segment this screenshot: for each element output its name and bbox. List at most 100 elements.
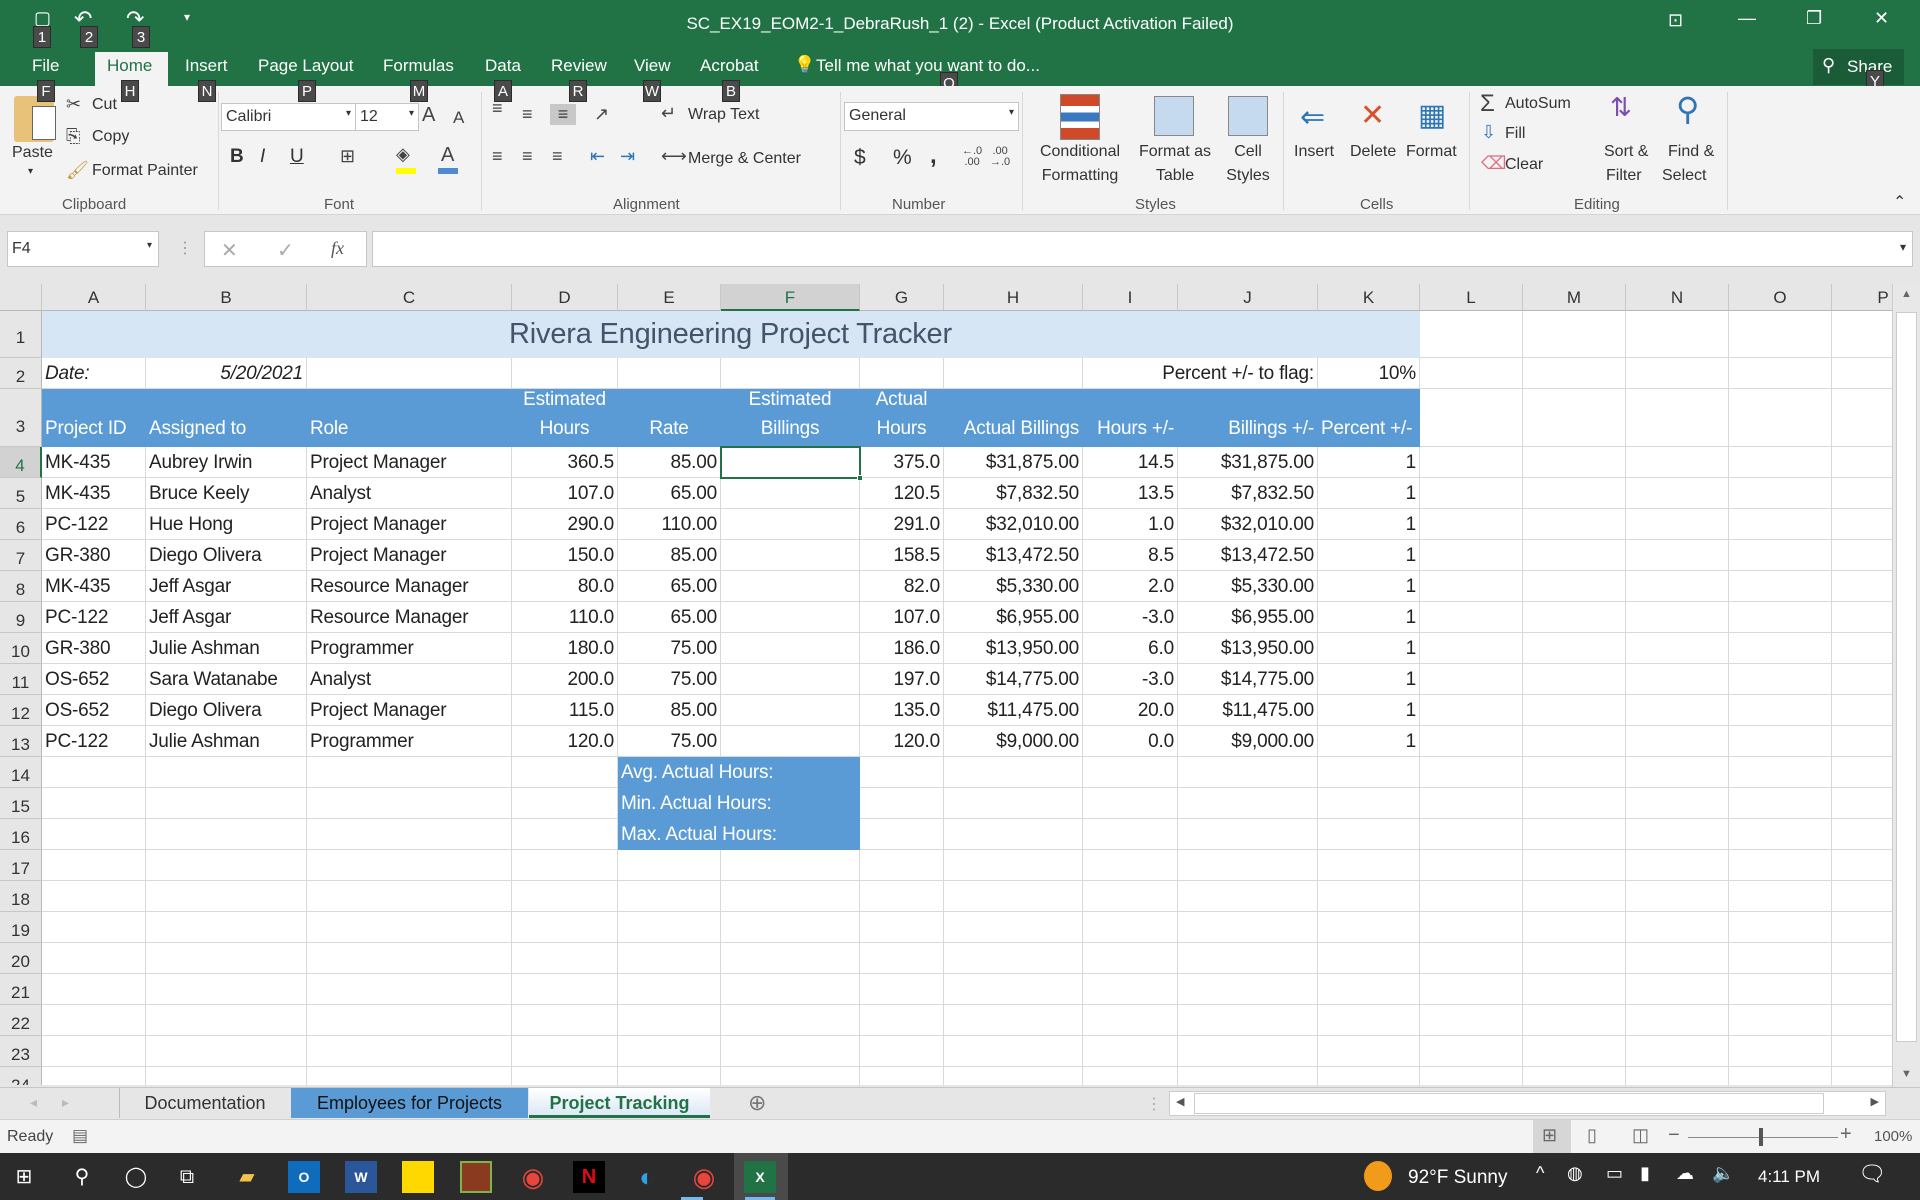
row-header-1[interactable]: 1	[0, 311, 42, 358]
cell[interactable]	[1523, 389, 1626, 447]
cell[interactable]	[1420, 311, 1523, 358]
cell[interactable]	[1832, 974, 1892, 1005]
cell[interactable]	[512, 943, 618, 974]
cell-E4[interactable]: 85.00	[618, 447, 721, 478]
cell-C4[interactable]: Project Manager	[307, 447, 512, 478]
cell[interactable]	[146, 757, 307, 788]
minimize-icon[interactable]: —	[1738, 8, 1756, 29]
zoom-slider-thumb[interactable]	[1759, 1128, 1763, 1146]
top-align-icon[interactable]: ≡	[492, 98, 503, 119]
merge-center-button[interactable]: Merge & Center	[688, 150, 801, 168]
column-header-E[interactable]: E	[618, 284, 721, 311]
cell[interactable]	[512, 757, 618, 788]
cell-K6[interactable]: 1	[1318, 509, 1420, 540]
cell[interactable]	[721, 1005, 860, 1036]
cell[interactable]	[1083, 850, 1178, 881]
cell[interactable]	[1523, 478, 1626, 509]
cell[interactable]	[1729, 358, 1832, 389]
cell-J8[interactable]: $5,330.00	[1178, 571, 1318, 602]
cell[interactable]	[1626, 1005, 1729, 1036]
cell[interactable]	[944, 788, 1083, 819]
zoom-in-icon[interactable]: +	[1840, 1123, 1852, 1146]
horizontal-scroll-thumb[interactable]	[1194, 1093, 1824, 1114]
row-header-5[interactable]: 5	[0, 478, 42, 509]
cell[interactable]	[512, 819, 618, 850]
cell-K7[interactable]: 1	[1318, 540, 1420, 571]
wrap-text-button[interactable]: Wrap Text	[688, 106, 759, 124]
column-header-K[interactable]: K	[1318, 284, 1420, 311]
cell[interactable]	[1626, 974, 1729, 1005]
word-icon[interactable]: W	[345, 1161, 377, 1193]
cell[interactable]	[1523, 943, 1626, 974]
cell-J4[interactable]: $31,875.00	[1178, 447, 1318, 478]
decrease-font-icon[interactable]: A	[453, 108, 464, 128]
cell-C6[interactable]: Project Manager	[307, 509, 512, 540]
font-color-icon[interactable]: A	[441, 144, 454, 167]
cell[interactable]	[618, 943, 721, 974]
cell-K8[interactable]: 1	[1318, 571, 1420, 602]
cell[interactable]	[1832, 695, 1892, 726]
cell-C12[interactable]: Project Manager	[307, 695, 512, 726]
collapse-ribbon-icon[interactable]: ⌃	[1893, 192, 1906, 212]
cell[interactable]	[1729, 1036, 1832, 1067]
cell-D12[interactable]: 115.0	[512, 695, 618, 726]
cell[interactable]	[1178, 974, 1318, 1005]
cell[interactable]	[1832, 571, 1892, 602]
column-header-B[interactable]: B	[146, 284, 307, 311]
format-painter-button[interactable]: Format Painter	[92, 162, 198, 180]
column-header-P[interactable]: P	[1832, 284, 1892, 311]
cell[interactable]	[1523, 358, 1626, 389]
cell[interactable]	[1523, 1067, 1626, 1085]
cell[interactable]	[1420, 389, 1523, 447]
cell-D10[interactable]: 180.0	[512, 633, 618, 664]
cell[interactable]	[860, 819, 944, 850]
cell[interactable]	[1523, 881, 1626, 912]
cell[interactable]	[944, 358, 1083, 389]
cell[interactable]	[1832, 447, 1892, 478]
cell[interactable]	[1420, 633, 1523, 664]
cell-H8[interactable]: $5,330.00	[944, 571, 1083, 602]
file-explorer-icon[interactable]: ▰	[231, 1161, 263, 1193]
cell-E5[interactable]: 65.00	[618, 478, 721, 509]
cell[interactable]	[860, 757, 944, 788]
cell[interactable]	[1420, 974, 1523, 1005]
cell[interactable]	[512, 974, 618, 1005]
cell[interactable]	[618, 1067, 721, 1085]
cell[interactable]	[1832, 943, 1892, 974]
cell-K11[interactable]: 1	[1318, 664, 1420, 695]
cell-D6[interactable]: 290.0	[512, 509, 618, 540]
cell[interactable]	[944, 912, 1083, 943]
cell[interactable]	[721, 1067, 860, 1085]
cell[interactable]	[146, 881, 307, 912]
meet-now-icon[interactable]: ▭	[1606, 1163, 1623, 1184]
cell-A6[interactable]: PC-122	[42, 509, 146, 540]
cell-H10[interactable]: $13,950.00	[944, 633, 1083, 664]
row-header-17[interactable]: 17	[0, 850, 42, 881]
cell-B11[interactable]: Sara Watanabe	[146, 664, 307, 695]
cell[interactable]	[42, 974, 146, 1005]
cell[interactable]	[1626, 912, 1729, 943]
cell-F11[interactable]	[721, 664, 860, 695]
cell[interactable]	[307, 1005, 512, 1036]
cell-D11[interactable]: 200.0	[512, 664, 618, 695]
cell[interactable]	[1178, 757, 1318, 788]
cell[interactable]	[42, 1036, 146, 1067]
cell-H4[interactable]: $31,875.00	[944, 447, 1083, 478]
cell[interactable]	[307, 1036, 512, 1067]
row-header-4[interactable]: 4	[0, 447, 42, 478]
cell[interactable]	[42, 1005, 146, 1036]
sticky-notes-icon[interactable]	[402, 1161, 434, 1193]
cell[interactable]	[860, 1005, 944, 1036]
cell[interactable]	[1420, 509, 1523, 540]
tab-page-layout[interactable]: Page Layout	[258, 56, 353, 76]
zoom-out-icon[interactable]: −	[1668, 1124, 1680, 1147]
cell[interactable]	[1083, 1005, 1178, 1036]
cell[interactable]	[42, 881, 146, 912]
cell-F8[interactable]	[721, 571, 860, 602]
increase-font-icon[interactable]: A	[422, 104, 435, 127]
cell[interactable]	[307, 757, 512, 788]
column-header-M[interactable]: M	[1523, 284, 1626, 311]
volume-icon[interactable]: 🔈	[1712, 1163, 1734, 1184]
cell[interactable]	[512, 881, 618, 912]
sheet-tab-documentation[interactable]: Documentation	[119, 1088, 290, 1118]
